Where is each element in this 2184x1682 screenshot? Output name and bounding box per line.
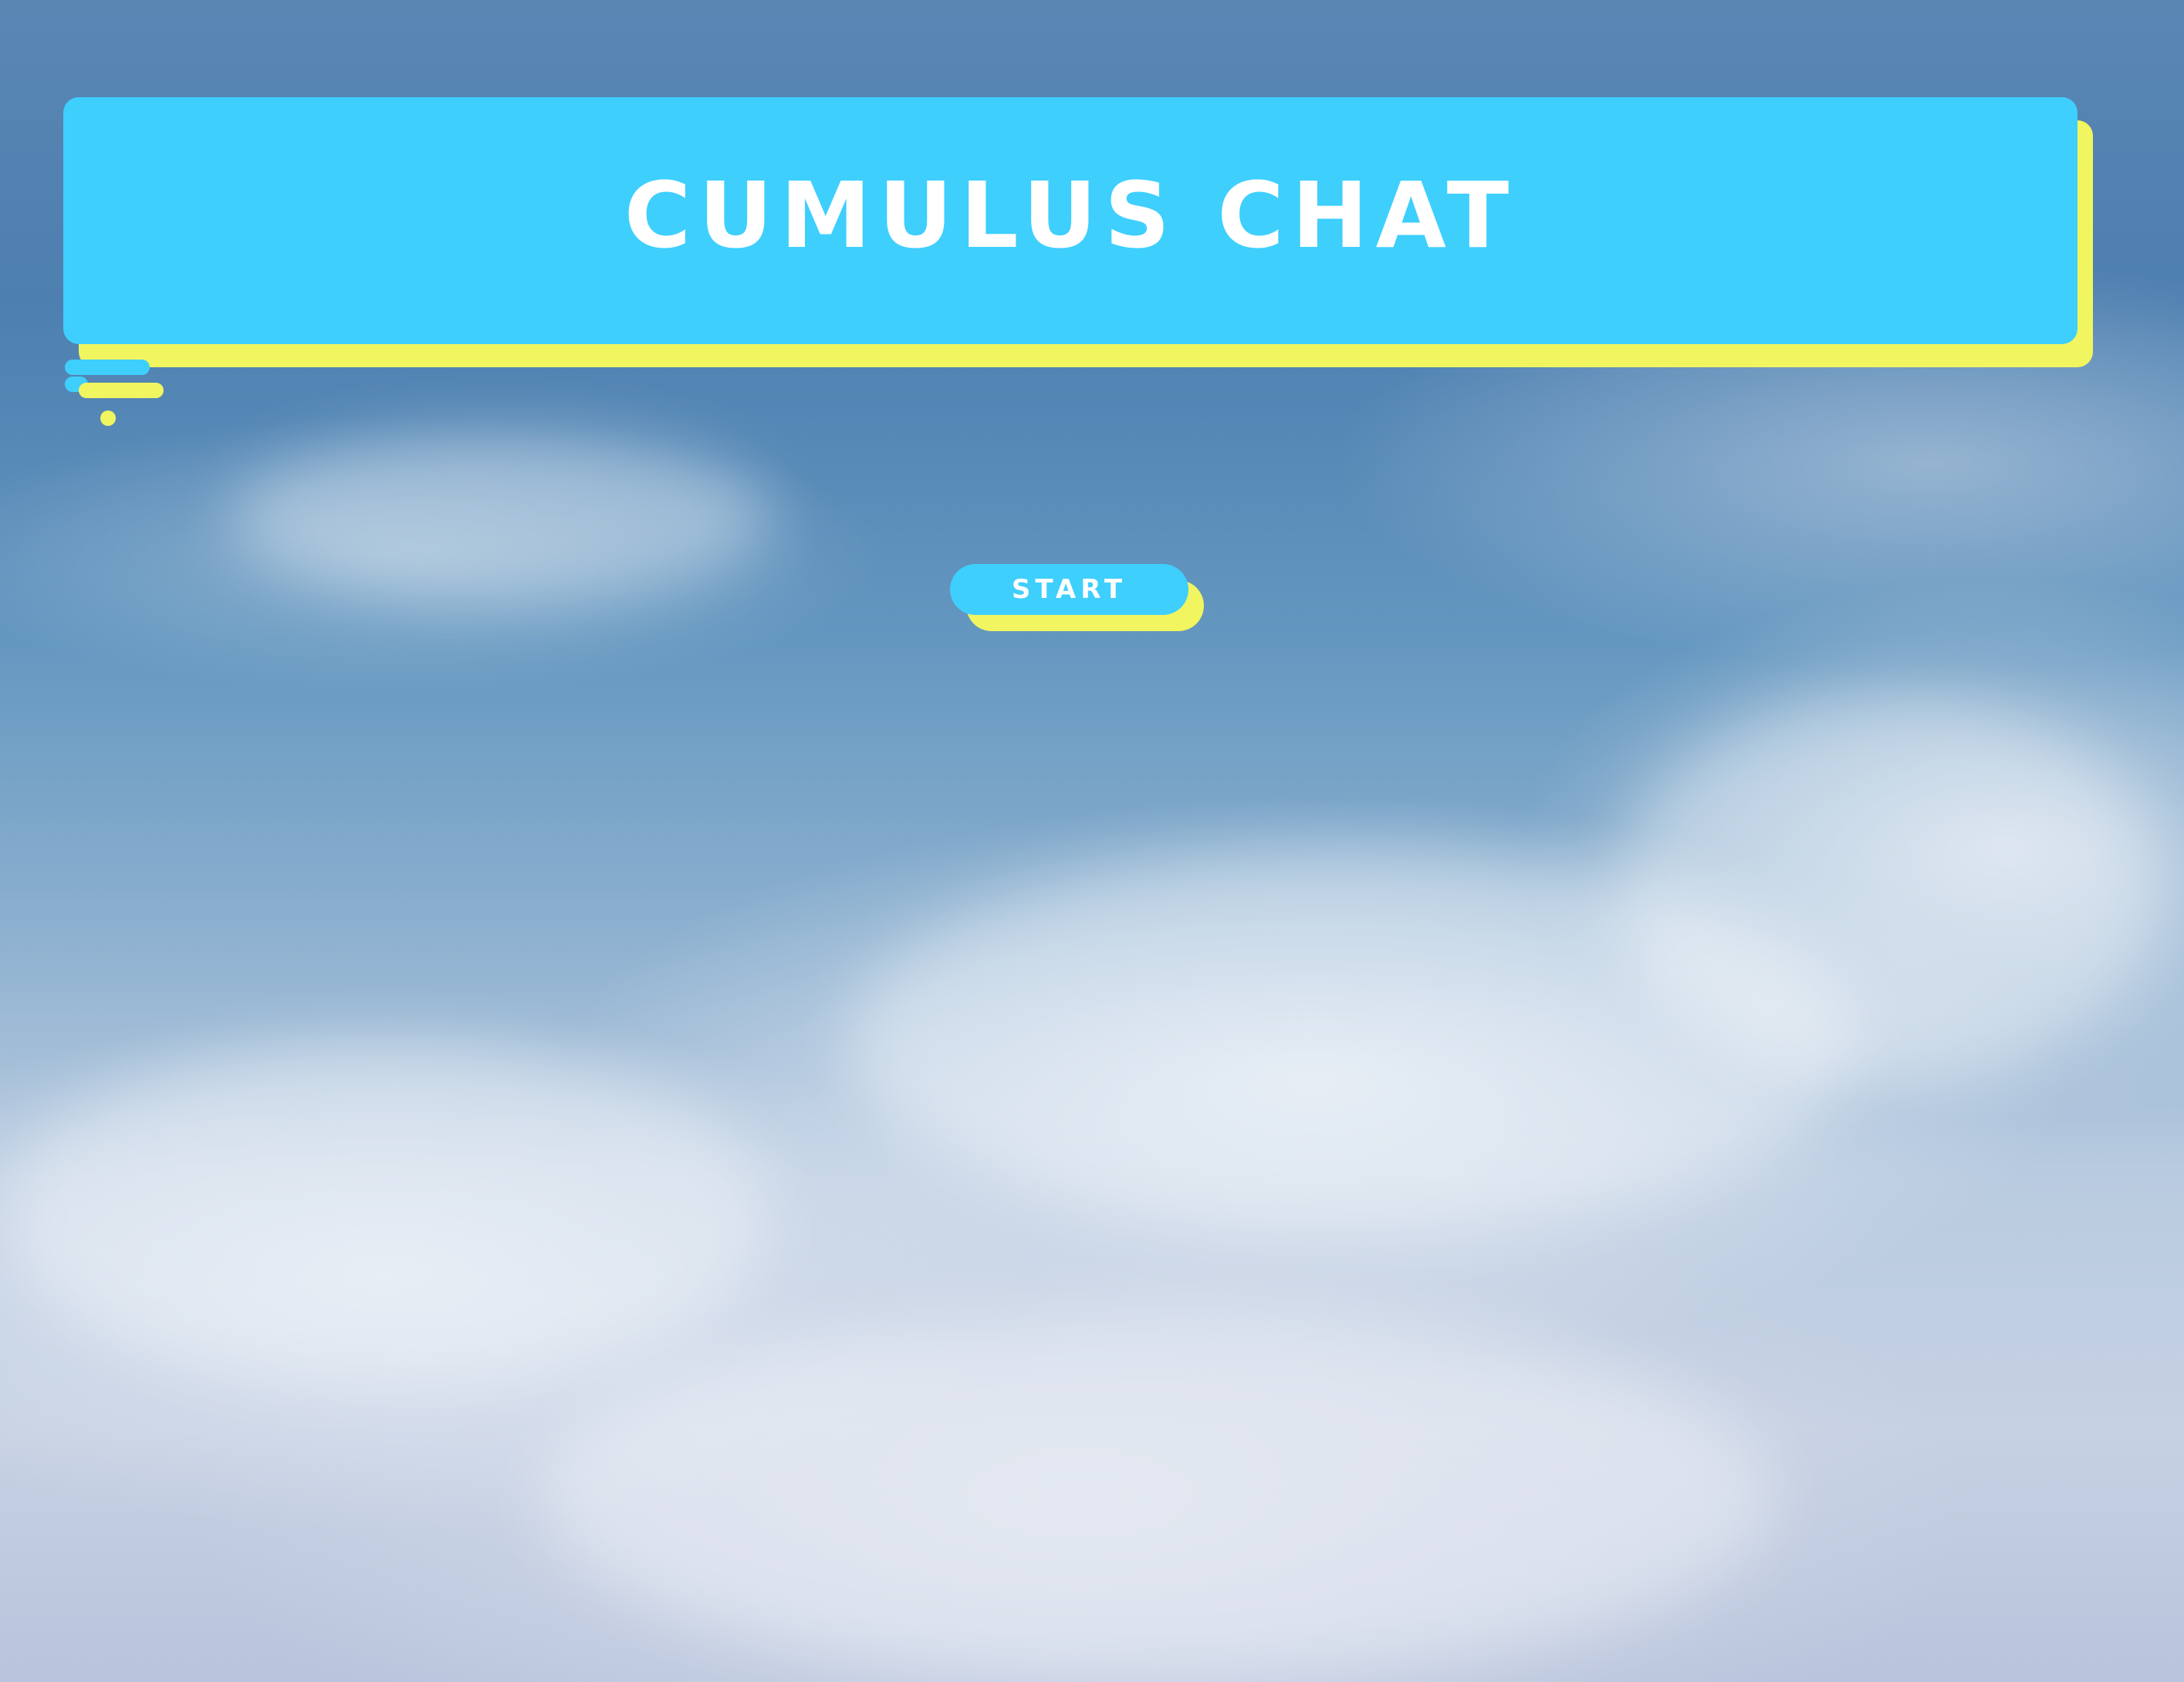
cloud-shape <box>232 432 772 602</box>
title-banner: CUMULUS CHAT <box>63 97 2078 344</box>
start-button-label: START <box>1011 574 1127 605</box>
cloud-shape <box>1621 694 2161 1080</box>
dot-decoration <box>100 410 116 426</box>
speed-line-decoration <box>65 360 150 375</box>
speed-line-decoration <box>79 383 164 398</box>
app-title: CUMULUS CHAT <box>624 162 1517 269</box>
cloud-shape <box>540 1312 1775 1682</box>
cloud-shape <box>0 1042 772 1389</box>
start-button[interactable]: START <box>950 564 1188 615</box>
